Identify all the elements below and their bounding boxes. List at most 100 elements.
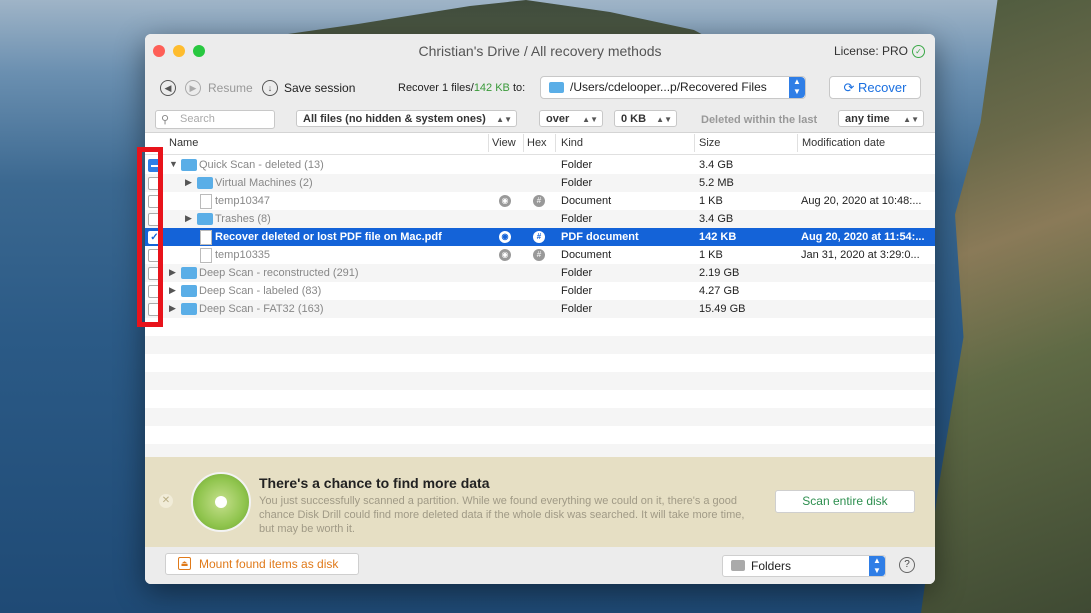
column-divider — [694, 134, 695, 152]
disclosure-right-icon[interactable]: ▶ — [169, 267, 176, 278]
disclosure-down-icon[interactable]: ▼ — [169, 159, 178, 169]
empty-row — [145, 426, 935, 444]
size-operator-value: over — [546, 113, 570, 125]
resume-button[interactable]: Resume — [208, 81, 253, 95]
row-size: 2.19 GB — [699, 267, 740, 279]
chevron-updown-icon: ▲▼ — [789, 77, 805, 98]
column-kind[interactable]: Kind — [561, 137, 583, 149]
disclosure-right-icon[interactable]: ▶ — [185, 177, 192, 188]
empty-row — [145, 318, 935, 336]
folder-icon — [549, 82, 564, 93]
column-hex[interactable]: Hex — [527, 137, 547, 149]
recover-button[interactable]: ⟳ Recover — [829, 76, 921, 99]
table-row-selected[interactable]: ✓ Recover deleted or lost PDF file on Ma… — [145, 228, 935, 246]
folder-icon — [197, 177, 213, 189]
column-view[interactable]: View — [492, 137, 516, 149]
table-row[interactable]: temp10335 ◉ # Document 1 KB Jan 31, 2020… — [145, 246, 935, 264]
banner-title: There's a chance to find more data — [259, 475, 490, 491]
table-row[interactable]: temp10347 ◉ # Document 1 KB Aug 20, 2020… — [145, 192, 935, 210]
search-icon: ⚲ — [161, 114, 170, 126]
size-value-select[interactable]: 0 KB ▲▼ — [614, 110, 677, 127]
document-icon — [200, 248, 212, 263]
row-modified: Aug 20, 2020 at 11:54:... — [801, 231, 925, 243]
row-name: Deep Scan - FAT32 (163) — [199, 303, 324, 315]
row-checkbox[interactable] — [148, 303, 161, 316]
recover-prefix: Recover 1 files/ — [398, 82, 474, 94]
chevron-updown-icon: ▲▼ — [869, 556, 885, 576]
row-checkbox[interactable] — [148, 267, 161, 280]
view-mode-select[interactable]: Folders ▲ ▼ — [722, 555, 886, 577]
recover-summary: Recover 1 files/142 KB to: — [398, 82, 525, 94]
hex-icon[interactable]: # — [533, 195, 545, 207]
row-modified: Jan 31, 2020 at 3:29:0... — [801, 249, 920, 261]
column-size[interactable]: Size — [699, 137, 720, 149]
toolbar: ◀ ▶ Resume ↓ Save session Recover 1 file… — [145, 68, 935, 106]
row-size: 15.49 GB — [699, 303, 746, 315]
row-kind: Folder — [561, 267, 593, 279]
table-row[interactable]: ▼ Quick Scan - deleted (13) Folder 3.4 G… — [145, 156, 935, 174]
disclosure-right-icon[interactable]: ▶ — [169, 303, 176, 314]
title-bar: Christian's Drive / All recovery methods… — [145, 34, 935, 68]
empty-row — [145, 408, 935, 426]
license-label: License: PRO — [833, 44, 908, 58]
scan-entire-disk-button[interactable]: Scan entire disk — [775, 490, 915, 513]
file-type-filter[interactable]: All files (no hidden & system ones) ▲▼ — [296, 110, 517, 127]
row-name: Deep Scan - reconstructed (291) — [199, 267, 359, 279]
size-operator-select[interactable]: over ▲▼ — [539, 110, 603, 127]
row-kind: Document — [561, 249, 612, 261]
column-divider — [797, 134, 798, 152]
column-modification-date[interactable]: Modification date — [802, 137, 885, 149]
eye-icon[interactable]: ◉ — [499, 231, 511, 243]
column-name[interactable]: Name — [169, 137, 198, 149]
empty-row — [145, 336, 935, 354]
pdf-document-icon — [200, 230, 212, 245]
refresh-icon: ⟳ — [843, 80, 855, 95]
hex-icon[interactable]: # — [533, 249, 545, 261]
column-divider — [488, 134, 489, 152]
help-button[interactable]: ? — [899, 557, 915, 573]
row-checkbox[interactable]: ✓ — [148, 231, 161, 244]
folder-icon — [181, 267, 197, 279]
play-icon[interactable]: ▶ — [185, 80, 201, 96]
column-divider — [523, 134, 524, 152]
mount-icon: ⏏ — [178, 557, 191, 570]
row-checkbox[interactable] — [148, 159, 161, 172]
recover-to-label: to: — [512, 82, 526, 94]
hex-icon[interactable]: # — [533, 231, 545, 243]
time-range-select[interactable]: any time ▲▼ — [838, 110, 924, 127]
results-table: Name View Hex Kind Size Modification dat… — [145, 132, 935, 462]
back-icon[interactable]: ◀ — [160, 80, 176, 96]
row-checkbox[interactable] — [148, 177, 161, 190]
disclosure-right-icon[interactable]: ▶ — [185, 213, 192, 224]
radar-icon — [191, 472, 251, 532]
footer-bar: ⏏ Mount found items as disk Folders ▲ ▼ ? — [145, 547, 935, 584]
view-mode-value: Folders — [751, 559, 792, 573]
destination-path-select[interactable]: /Users/cdelooper...p/Recovered Files ▲ ▼ — [540, 76, 806, 99]
mount-as-disk-button[interactable]: ⏏ Mount found items as disk — [165, 553, 359, 575]
row-name: Recover deleted or lost PDF file on Mac.… — [215, 231, 442, 243]
row-name: Virtual Machines (2) — [215, 177, 313, 189]
disclosure-right-icon[interactable]: ▶ — [169, 285, 176, 296]
empty-row — [145, 390, 935, 408]
folder-icon — [731, 560, 745, 571]
table-row[interactable]: ▶ Virtual Machines (2) Folder 5.2 MB — [145, 174, 935, 192]
download-icon[interactable]: ↓ — [262, 80, 278, 96]
table-row[interactable]: ▶ Trashes (8) Folder 3.4 GB — [145, 210, 935, 228]
search-input[interactable]: ⚲ Search — [155, 110, 275, 129]
dismiss-banner-icon[interactable]: ✕ — [159, 494, 173, 508]
eye-icon[interactable]: ◉ — [499, 249, 511, 261]
row-checkbox[interactable] — [148, 213, 161, 226]
row-checkbox[interactable] — [148, 285, 161, 298]
license-status: License: PRO ✓ — [834, 44, 925, 58]
eye-icon[interactable]: ◉ — [499, 195, 511, 207]
save-session-button[interactable]: Save session — [284, 81, 355, 95]
chevron-updown-icon: ▲▼ — [903, 115, 919, 124]
chevron-updown-icon: ▲▼ — [582, 115, 598, 124]
table-row[interactable]: ▶ Deep Scan - labeled (83) Folder 4.27 G… — [145, 282, 935, 300]
table-row[interactable]: ▶ Deep Scan - reconstructed (291) Folder… — [145, 264, 935, 282]
table-header: Name View Hex Kind Size Modification dat… — [145, 132, 935, 155]
table-row[interactable]: ▶ Deep Scan - FAT32 (163) Folder 15.49 G… — [145, 300, 935, 318]
row-checkbox[interactable] — [148, 195, 161, 208]
row-checkbox[interactable] — [148, 249, 161, 262]
row-kind: Folder — [561, 213, 593, 225]
